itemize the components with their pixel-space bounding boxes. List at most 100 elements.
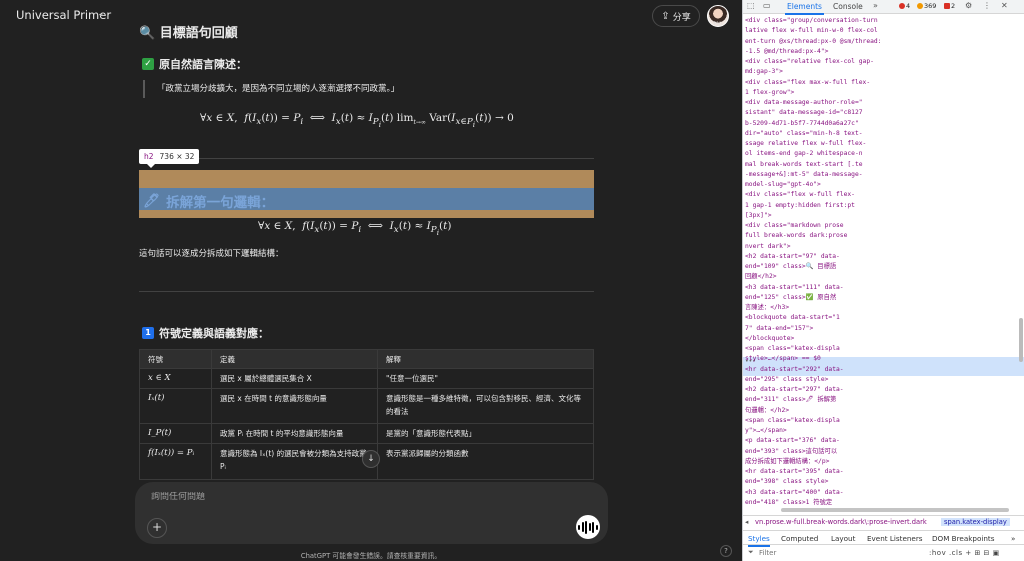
dom-node-line[interactable]: mal break-words text-start [.te [745, 161, 863, 169]
attach-button[interactable]: + [147, 518, 167, 538]
dom-node-line[interactable]: <h2 data-start="97" data- [745, 253, 840, 261]
dom-tree[interactable]: ••• <div class="group/conversation-turn l… [743, 15, 1024, 512]
devtools-panel: ⬚ ▭ Elements Console » 4 369 2 ⚙ ⋮ ✕ •••… [742, 0, 1024, 561]
dom-node-line[interactable]: <span class="katex-displa [745, 345, 840, 353]
definition-cell: 政黨 Pᵢ 在時間 t 的平均意識形態向量 [211, 423, 378, 444]
chevron-down-icon[interactable]: ⌄ [97, 9, 105, 19]
dom-node-line[interactable]: ol items-end gap-2 whitespace-n [745, 150, 863, 158]
share-icon: ⇪ [661, 10, 670, 22]
dom-node-line[interactable]: <div class="flex max-w-full flex- [745, 79, 870, 87]
dom-node-line[interactable]: <div class="group/conversation-turn [745, 17, 878, 25]
dom-node-line[interactable]: <p data-start="376" data- [745, 437, 840, 445]
dom-node-line[interactable]: 句邏輯：</h2> [745, 407, 789, 415]
dom-node-line[interactable]: <div data-message-author-role=" [745, 99, 863, 107]
explanation-cell: 是黨的「意識形態代表點」 [377, 423, 594, 444]
tab-computed[interactable]: Computed [781, 534, 818, 543]
column-header: 解釋 [377, 349, 594, 369]
top-bar: Universal Primer ⌄ ⇪ 分享 利心 [0, 0, 742, 32]
avatar-caption: 利心 [713, 22, 723, 27]
dom-node-line[interactable]: nvert dark"> [745, 243, 791, 251]
more-tabs-icon[interactable]: » [873, 1, 878, 10]
section-title: 拆解第一句邏輯： [166, 195, 275, 211]
definition-cell: 選民 x 屬於總體選民集合 X [211, 368, 378, 389]
dom-node-line[interactable]: full break-words dark:prose [745, 232, 847, 240]
divider [139, 291, 594, 292]
chevron-left-icon[interactable]: ◂ [745, 518, 748, 526]
styles-filter-input[interactable] [759, 549, 909, 557]
tab-dom-breakpoints[interactable]: DOM Breakpoints [932, 534, 994, 543]
gear-icon[interactable]: ⚙ [965, 1, 972, 10]
horizontal-scrollbar[interactable] [781, 508, 1009, 512]
breadcrumb-selected[interactable]: span.katex-display [941, 518, 1010, 526]
dom-node-line[interactable]: <hr data-start="395" data- [745, 468, 844, 476]
dom-node-line[interactable]: <span class="katex-displa [745, 417, 840, 425]
dom-node-line[interactable]: <div class="flex w-full flex- [745, 191, 855, 199]
more-tabs-icon[interactable]: » [1011, 534, 1015, 543]
section-symbol-definitions: 1 符號定義與語義對應： [142, 325, 269, 341]
vertical-scrollbar[interactable] [1019, 318, 1023, 362]
share-button[interactable]: ⇪ 分享 [652, 5, 700, 27]
table-row: Iₓ(t) 選民 x 在時間 t 的意識形態向量 意識形態是一種多維特徵，可以包… [139, 388, 594, 424]
dom-node-line[interactable]: end="393" class>這句話可以 [745, 448, 837, 456]
dom-node-line[interactable]: <blockquote data-start="1 [745, 314, 840, 322]
dom-node-line[interactable]: b-5209-4d71-b5f7-7744d0a6a27c" [745, 120, 859, 128]
dom-node-line[interactable]: end="109" class>🔍 目標語 [745, 263, 836, 271]
dom-node-line[interactable]: <div class="markdown prose [745, 222, 844, 230]
dom-node-line[interactable]: sistant" data-message-id="c8127 [745, 109, 863, 117]
symbol-cell: x ∈ X [139, 368, 212, 389]
paragraph: 這句話可以逐成分拆成如下邏輯結構： [139, 249, 284, 259]
dom-node-line[interactable]: ent-turn @xs/thread:px-0 @sm/thread: [745, 38, 881, 46]
warning-count[interactable]: 369 [917, 2, 936, 10]
dom-node-line[interactable]: end="125" class>✅ 原自然 [745, 294, 836, 302]
dom-node-line[interactable]: 成分拆成如下邏輯結構：</p> [745, 458, 829, 466]
dom-node-line[interactable]: ssage relative flex w-full flex- [745, 140, 866, 148]
dom-node-line[interactable]: end="295" class style> [745, 376, 828, 384]
styles-filter-bar: ⏷ :hov .cls + ⊞ ⊟ ▣ [743, 546, 1024, 561]
dom-node-line[interactable]: 1 flex-grow"> [745, 89, 794, 97]
section-title: 原自然語言陳述： [159, 58, 247, 71]
dom-node-line[interactable]: 1 gap-1 empty:hidden first:pt [745, 202, 855, 210]
dom-node-line[interactable]: -message+&]:mt-5" data-message- [745, 171, 863, 179]
help-button[interactable]: ? [720, 545, 732, 557]
breadcrumb-item[interactable]: vn.prose.w-full.break-words.dark\:prose-… [755, 518, 927, 526]
element-breadcrumbs: ◂ vn.prose.w-full.break-words.dark\:pros… [743, 515, 1024, 529]
dom-node-line[interactable]: lative flex w-full min-w-0 flex-col [745, 27, 878, 35]
dom-node-line[interactable]: style>…</span> == $0 [745, 355, 821, 363]
dom-node-line[interactable]: end="311" class>🖊 拆解第 [745, 396, 836, 404]
tab-event-listeners[interactable]: Event Listeners [867, 534, 923, 543]
prompt-input[interactable] [151, 492, 531, 502]
dom-node-line[interactable]: <h3 data-start="400" data- [745, 489, 844, 497]
device-toolbar-icon[interactable]: ▭ [763, 1, 771, 10]
dom-node-line[interactable]: <h3 data-start="111" data- [745, 284, 844, 292]
tab-console[interactable]: Console [833, 2, 863, 11]
close-icon[interactable]: ✕ [1001, 1, 1008, 10]
tab-styles[interactable]: Styles [748, 534, 770, 547]
dom-node-line[interactable]: [3px]"> [745, 212, 772, 220]
tab-elements[interactable]: Elements [785, 2, 824, 15]
dom-node-line[interactable]: <div class="relative flex-col gap- [745, 58, 874, 66]
filter-toggles[interactable]: :hov .cls + ⊞ ⊟ ▣ [929, 549, 1000, 557]
inspect-element-icon[interactable]: ⬚ [747, 1, 755, 10]
error-icon [899, 3, 905, 9]
tab-layout[interactable]: Layout [831, 534, 855, 543]
composer: + [135, 482, 608, 544]
dom-node-line[interactable]: md:gap-3"> [745, 68, 783, 76]
voice-mode-button[interactable] [576, 515, 600, 539]
dom-node-line[interactable]: dir="auto" class="min-h-8 text- [745, 130, 863, 138]
kebab-menu-icon[interactable]: ⋮ [983, 1, 991, 10]
dom-node-line[interactable]: 7" data-end="157"> [745, 325, 813, 333]
dom-node-line[interactable]: </blockquote> [745, 335, 794, 343]
issues-count[interactable]: 2 [944, 2, 955, 10]
dom-node-line[interactable]: model-slug="gpt-4o"> [745, 181, 821, 189]
dom-node-line[interactable]: -1.5 @md/thread:px-4"> [745, 48, 828, 56]
dom-node-line[interactable]: y">…</span> [745, 427, 787, 435]
scroll-to-bottom-button[interactable]: ↓ [362, 450, 380, 468]
dom-node-line[interactable]: 言陳述：</h3> [745, 304, 789, 312]
dom-node-line[interactable]: <h2 data-start="297" data- [745, 386, 844, 394]
error-count[interactable]: 4 [899, 2, 910, 10]
dom-node-line[interactable]: end="418" class>1 符號定 [745, 499, 832, 507]
dom-node-line[interactable]: end="398" class style> [745, 478, 828, 486]
symbol-cell: Iₓ(t) [139, 388, 212, 424]
dom-node-line[interactable]: 回顧</h2> [745, 273, 777, 281]
dom-node-line[interactable]: <hr data-start="292" data- [745, 366, 844, 374]
